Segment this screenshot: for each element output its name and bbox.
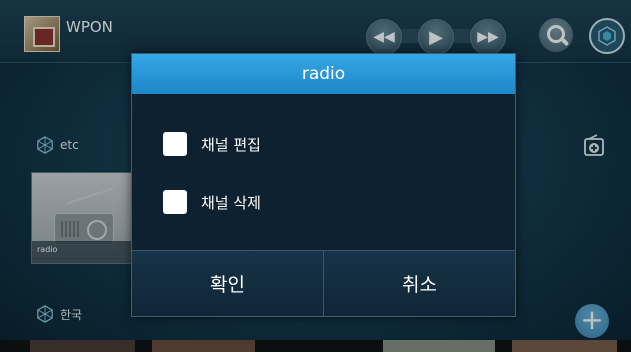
delete-channel-checkbox[interactable] (163, 190, 187, 214)
delete-channel-label: 채널 삭제 (201, 193, 261, 212)
dialog-title: radio (132, 54, 515, 94)
cancel-button[interactable]: 취소 (323, 250, 515, 316)
edit-channel-label: 채널 편집 (201, 135, 261, 154)
radio-dialog: radio 채널 편집 채널 삭제 확인 취소 (131, 53, 516, 317)
option-edit-channel[interactable]: 채널 편집 (163, 132, 261, 156)
confirm-button[interactable]: 확인 (132, 250, 323, 316)
dialog-body: 채널 편집 채널 삭제 (132, 94, 515, 250)
option-delete-channel[interactable]: 채널 삭제 (163, 190, 261, 214)
dialog-button-row: 확인 취소 (132, 250, 515, 316)
edit-channel-checkbox[interactable] (163, 132, 187, 156)
